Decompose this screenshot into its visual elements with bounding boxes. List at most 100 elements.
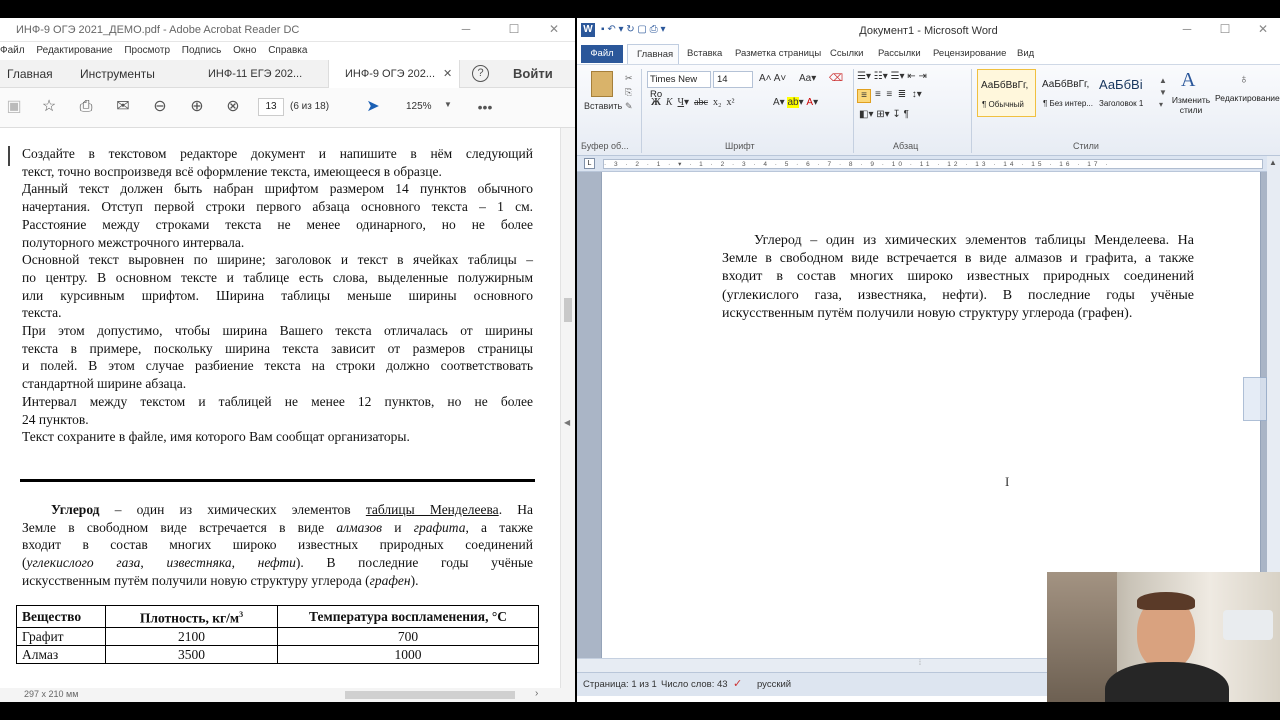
- print-icon[interactable]: ⎙: [75, 96, 97, 118]
- page-down-icon[interactable]: ⊗: [222, 96, 244, 118]
- tab-home-active[interactable]: Главная: [627, 44, 679, 65]
- select-cursor-icon[interactable]: ➤: [362, 96, 384, 118]
- ruler-scale[interactable]: · 3 · 2 · 1 · ▾ · 1 · 2 · 3 · 4 · 5 · 6 …: [603, 159, 1263, 169]
- zoom-out-icon[interactable]: ⊖: [149, 96, 171, 118]
- menu-edit[interactable]: Редактирование: [36, 45, 112, 56]
- sample-text-span: и: [382, 519, 414, 535]
- align-icons[interactable]: ≡ ≡ ≣ ↕▾: [875, 89, 922, 100]
- scroll-right-icon[interactable]: ›: [535, 688, 538, 699]
- scroll-up-icon[interactable]: ▲: [1269, 158, 1277, 167]
- align-left-icon[interactable]: ≡: [857, 89, 871, 103]
- word-grafen: графен: [369, 572, 411, 588]
- email-icon[interactable]: ✉: [112, 96, 134, 118]
- zoom-level[interactable]: 125%: [406, 101, 432, 112]
- sample-text-span: – один из химических элементов: [99, 502, 366, 517]
- tab-review[interactable]: Рецензирование: [933, 48, 1006, 59]
- style-no-spacing[interactable]: АаБбВвГг, ¶ Без интер...: [1039, 69, 1098, 117]
- menu-view[interactable]: Просмотр: [124, 45, 170, 56]
- sample-text-span: , а также: [465, 519, 534, 535]
- styles-scroll-icon[interactable]: ▲ ▼ ▾: [1159, 75, 1167, 111]
- paste-icon[interactable]: [591, 71, 613, 97]
- document-text[interactable]: Углерод – один из химических элементов т…: [722, 232, 1194, 323]
- font-style-icons[interactable]: Ж К Ч▾ abc x₂ x²: [651, 97, 734, 108]
- change-styles-icon[interactable]: A: [1181, 69, 1195, 92]
- tab-insert[interactable]: Вставка: [687, 48, 722, 59]
- page-up-icon[interactable]: ⊕: [186, 96, 208, 118]
- acrobat-vertical-scrollbar[interactable]: ◀: [560, 128, 575, 688]
- acrobat-window: ИНФ-9 ОГЭ 2021_ДЕМО.pdf - Adobe Acrobat …: [0, 18, 575, 702]
- menu-help[interactable]: Справка: [268, 45, 307, 56]
- menu-sign[interactable]: Подпись: [182, 45, 222, 56]
- signin-button[interactable]: Войти: [513, 60, 553, 88]
- tab-close-icon[interactable]: ✕: [443, 67, 452, 80]
- scroll-grip-icon: ⁞: [919, 660, 921, 667]
- tab-doc-oge-active[interactable]: ИНФ-9 ОГЭ 202... ✕: [328, 60, 460, 88]
- minimize-icon[interactable]: ─: [1179, 22, 1195, 38]
- tab-mailings[interactable]: Рассылки: [878, 48, 921, 59]
- doc-line: Углерод – один из химических элементов т…: [754, 233, 1194, 248]
- maximize-icon[interactable]: ☐: [1217, 22, 1233, 38]
- clipboard-small-icons[interactable]: ✂ ⎘ ✎: [625, 71, 633, 113]
- tab-page-layout[interactable]: Разметка страницы: [735, 48, 821, 59]
- text-color-icons[interactable]: A▾ ab▾ A▾: [773, 97, 818, 108]
- tab-doc-ege[interactable]: ИНФ-11 ЕГЭ 202...: [208, 60, 302, 88]
- doc-line: входит в состав многих широко известных …: [722, 269, 1194, 285]
- tab-selector-icon[interactable]: L: [584, 158, 595, 169]
- binoculars-icon[interactable]: ♁: [1239, 71, 1249, 86]
- change-styles-button[interactable]: Изменить стили: [1169, 95, 1213, 115]
- menu-window[interactable]: Окно: [233, 45, 256, 56]
- divider-line: [20, 479, 535, 482]
- style-heading1[interactable]: АаБбВі Заголовок 1: [1099, 69, 1158, 117]
- style-name: ¶ Обычный: [982, 100, 1024, 109]
- tab-tools[interactable]: Инструменты: [80, 60, 155, 88]
- word-ribbon-tabs: Файл Главная Вставка Разметка страницы С…: [577, 44, 1280, 65]
- clear-formatting-icon[interactable]: ⌫: [829, 73, 843, 84]
- close-icon[interactable]: ✕: [1255, 22, 1271, 38]
- floating-panel[interactable]: [1243, 377, 1267, 421]
- list-icons[interactable]: ☰▾ ☷▾ ☰▾ ⇤ ⇥: [857, 71, 927, 82]
- status-page[interactable]: Страница: 1 из 1: [583, 679, 657, 690]
- horizontal-scroll-thumb[interactable]: [345, 691, 515, 699]
- table-header-text: Плотность, кг/м: [139, 610, 240, 626]
- tab-references[interactable]: Ссылки: [830, 48, 863, 59]
- bookmark-star-icon[interactable]: ☆: [38, 96, 60, 118]
- acrobat-toolbar: ▣ ☆ ⎙ ✉ ⊖ ⊕ ⊗ 13 (6 из 18) ➤ 125% ▼ •••: [0, 88, 575, 128]
- tab-home[interactable]: Главная: [7, 60, 53, 88]
- webcam-overlay: [1047, 572, 1280, 702]
- scroll-thumb[interactable]: [564, 298, 572, 322]
- instr-line: текст, точно воспроизведя всё оформление…: [22, 163, 442, 179]
- menu-file[interactable]: Файл: [0, 45, 25, 56]
- minimize-icon[interactable]: ─: [458, 22, 474, 38]
- shading-border-icons[interactable]: ◧▾ ⊞▾ ↧ ¶: [859, 109, 909, 120]
- instr-line: Расстояние между строками текста не мене…: [22, 216, 533, 232]
- status-language[interactable]: русский: [757, 679, 791, 690]
- tab-view[interactable]: Вид: [1017, 48, 1034, 59]
- font-size-box[interactable]: 14: [713, 71, 753, 88]
- font-name-box[interactable]: Times New Ro: [647, 71, 711, 100]
- zoom-dropdown-icon[interactable]: ▼: [444, 100, 452, 109]
- sample-text-span: ,: [231, 555, 258, 571]
- acrobat-title: ИНФ-9 ОГЭ 2021_ДЕМО.pdf - Adobe Acrobat …: [16, 24, 300, 36]
- change-case-icon[interactable]: Aa▾: [799, 73, 816, 84]
- more-tools-icon[interactable]: •••: [474, 96, 496, 118]
- tab-file[interactable]: Файл: [581, 45, 623, 63]
- maximize-icon[interactable]: ☐: [506, 22, 522, 38]
- editing-button[interactable]: Редактирование: [1215, 93, 1280, 103]
- save-icon[interactable]: ▣: [3, 96, 25, 118]
- paste-button[interactable]: Вставить: [584, 101, 622, 111]
- status-words[interactable]: Число слов: 43: [661, 679, 728, 690]
- page-number-input[interactable]: 13: [258, 98, 284, 116]
- style-name: Заголовок 1: [1099, 99, 1144, 108]
- tab-doc-oge-label: ИНФ-9 ОГЭ 202...: [345, 68, 436, 80]
- spellcheck-icon[interactable]: ✓: [733, 677, 742, 690]
- instr-line: текста в примере, поскольку ширина текст…: [22, 340, 533, 356]
- grow-shrink-font-icons[interactable]: A˄ A˅: [759, 73, 786, 84]
- word-ribbon: Вставить ✂ ⎘ ✎ Буфер об... Times New Ro 14…: [577, 64, 1280, 156]
- group-paragraph-label: Абзац: [893, 141, 919, 151]
- style-normal[interactable]: АаБбВвГг, ¶ Обычный: [977, 69, 1036, 117]
- close-icon[interactable]: ✕: [546, 22, 562, 38]
- ruler: L · 3 · 2 · 1 · ▾ · 1 · 2 · 3 · 4 · 5 · …: [577, 156, 1280, 172]
- collapse-panel-icon[interactable]: ◀: [564, 418, 570, 427]
- word-title: Документ1 - Microsoft Word: [859, 25, 998, 37]
- help-icon[interactable]: ?: [472, 65, 489, 82]
